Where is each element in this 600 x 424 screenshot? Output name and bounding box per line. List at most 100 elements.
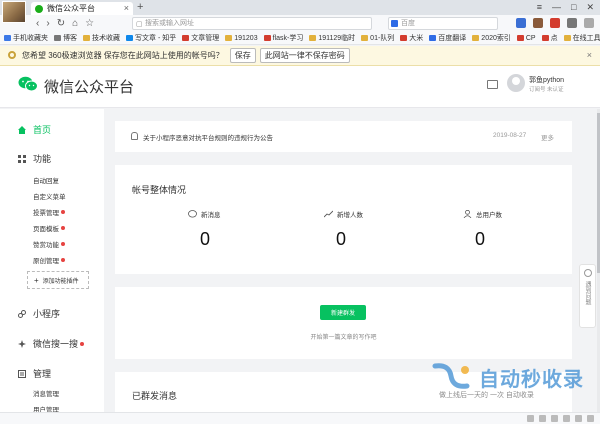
new-mass-send-button[interactable]: 新建群发 — [320, 305, 366, 320]
sidebar-item-miniprogram[interactable]: 小程序 — [18, 307, 60, 320]
bookmark-item[interactable]: 手机收藏夹 — [4, 33, 48, 43]
add-plugin-button[interactable]: + 添加功能插件 — [27, 271, 89, 289]
home-icon[interactable]: ⌂ — [72, 18, 78, 29]
sidebar-subitem[interactable]: 赞赏功能 — [33, 239, 65, 249]
bookmark-item[interactable]: 技术收藏 — [83, 33, 120, 43]
browser-profile-avatar[interactable] — [2, 1, 26, 23]
search-engine-icon — [391, 20, 398, 27]
notice-text[interactable]: 关于小程序恶意对抗平台规则的违规行为公告 — [143, 132, 273, 142]
status-icon[interactable] — [587, 415, 594, 422]
tab-wechat[interactable]: 微信公众平台 × — [31, 2, 133, 15]
notice-date: 2019-08-27 — [493, 132, 527, 139]
bookmark-icon — [182, 35, 190, 41]
feedback-button[interactable]: 遇到问题 — [579, 264, 596, 328]
bookmark-item[interactable]: 在线工具 — [563, 33, 600, 43]
sidebar-subitem[interactable]: 原创管理 — [33, 255, 65, 265]
status-icon[interactable] — [563, 415, 570, 422]
notice-card: 关于小程序恶意对抗平台规则的违规行为公告 2019-08-27 更多 — [115, 121, 572, 152]
sidebar-item-label: 管理 — [33, 369, 52, 379]
bookmark-label: 博客 — [63, 35, 77, 42]
sidebar-item-features[interactable]: 功能 — [18, 152, 51, 165]
status-icon[interactable] — [551, 415, 558, 422]
home-icon — [18, 125, 26, 134]
sidebar-item-wechat-search[interactable]: 微信搜一搜 — [18, 337, 85, 350]
save-password-button[interactable]: 保存 — [229, 48, 256, 63]
back-icon[interactable]: ‹ — [36, 18, 39, 29]
bookmark-item[interactable]: 博客 — [54, 33, 77, 43]
overview-title: 帐号整体情况 — [132, 185, 187, 195]
stat-value: 0 — [200, 229, 211, 249]
bookmark-icon — [54, 35, 61, 41]
sidebar-subitem[interactable]: 页面模板 — [33, 223, 65, 233]
reload-icon[interactable]: ↻ — [57, 18, 65, 29]
forward-icon[interactable]: › — [46, 18, 49, 29]
notice-more-link[interactable]: 更多 — [541, 132, 554, 142]
menu-icon[interactable]: ≡ — [537, 0, 542, 15]
notification-dot — [61, 258, 65, 262]
bookmark-item[interactable]: 191129临时 — [309, 33, 355, 43]
mail-icon[interactable] — [487, 80, 498, 89]
close-tab-icon[interactable]: × — [124, 3, 129, 13]
minimize-icon[interactable]: — — [552, 0, 561, 15]
stat-label: 新增人数 — [337, 212, 363, 219]
search-input[interactable]: 百度 — [388, 17, 498, 30]
address-placeholder: 搜索或输入网址 — [145, 20, 194, 27]
new-tab-button[interactable]: + — [137, 1, 143, 13]
bookmark-item[interactable]: 191203 — [225, 35, 258, 42]
extension-icon[interactable] — [567, 18, 577, 28]
bookmark-label: CP — [525, 34, 536, 42]
watermark-subtext: 做上线后一天的 一次 自动收录 — [439, 392, 534, 399]
grid-icon — [18, 154, 26, 163]
status-icon[interactable] — [539, 415, 546, 422]
bookmark-item[interactable]: 01-队列 — [361, 33, 394, 43]
avatar[interactable] — [507, 74, 525, 92]
bookmark-item[interactable]: 写文章 - 知乎 — [126, 33, 176, 43]
bookmark-item[interactable]: 文章管理 — [182, 33, 219, 43]
sidebar-item-manage[interactable]: 管理 — [18, 367, 51, 380]
account-overview-card: 帐号整体情况 新消息 0 新增人数 0 总用户数 0 — [115, 165, 572, 274]
bookmark-item[interactable]: flask-学习 — [263, 33, 303, 43]
wechat-logo-icon[interactable] — [18, 76, 38, 92]
sidebar-subitem-messages[interactable]: 消息管理 — [33, 388, 59, 398]
bookmark-item[interactable]: 点 — [541, 33, 558, 43]
never-save-button[interactable]: 此网站一律不保存密码 — [259, 48, 350, 63]
status-icon[interactable] — [527, 415, 534, 422]
message-icon — [188, 210, 197, 218]
bookmark-icon — [541, 35, 549, 41]
bookmark-item[interactable]: CP — [516, 34, 536, 42]
site-title[interactable]: 微信公众平台 — [44, 76, 134, 97]
sidebar-subitem-label: 投票管理 — [33, 210, 59, 217]
status-icon[interactable] — [575, 415, 582, 422]
sidebar-subitem[interactable]: 自定义菜单 — [33, 191, 66, 201]
user-icon — [463, 210, 472, 218]
star-icon[interactable]: ☆ — [85, 18, 94, 29]
sidebar-item-label: 首页 — [33, 125, 52, 135]
extension-icon[interactable] — [533, 18, 543, 28]
close-window-icon[interactable]: ✕ — [586, 0, 594, 15]
stat-value: 0 — [336, 229, 347, 249]
extension-icon[interactable] — [550, 18, 560, 28]
close-icon[interactable]: × — [587, 50, 592, 60]
extension-icon[interactable] — [584, 18, 594, 28]
bookmark-item[interactable]: 百度翻译 — [429, 33, 466, 43]
sidebar-subitem[interactable]: 自动回复 — [33, 175, 59, 185]
bookmark-item[interactable]: 大米 — [400, 33, 423, 43]
bookmark-icon — [516, 35, 524, 41]
extension-icon[interactable] — [516, 18, 526, 28]
bookmark-label: 百度翻译 — [438, 35, 467, 42]
sidebar-subitem[interactable]: 投票管理 — [33, 207, 65, 217]
account-name[interactable]: 郭鱼python — [529, 75, 564, 85]
address-input[interactable]: ▢ 搜索或输入网址 — [132, 17, 372, 30]
bookmark-item[interactable]: 2020索引 — [472, 33, 511, 43]
notification-dot — [61, 226, 65, 230]
sidebar-subitem-label: 原创管理 — [33, 258, 59, 265]
bookmark-icon — [361, 35, 369, 41]
bell-icon — [131, 132, 138, 140]
maximize-icon[interactable]: □ — [571, 0, 576, 15]
password-message: 您希望 360极速浏览器 保存您在此网站上使用的帐号吗？ — [22, 51, 224, 60]
bookmark-icon — [563, 35, 571, 41]
sidebar-item-home[interactable]: 首页 — [18, 123, 51, 136]
nav-bar: ‹ › ↻ ⌂ ☆ ▢ 搜索或输入网址 百度 — [0, 15, 600, 32]
watermark: 自动秒收录 做上线后一天的 一次 自动收录 — [429, 360, 589, 410]
trend-icon — [324, 210, 333, 218]
